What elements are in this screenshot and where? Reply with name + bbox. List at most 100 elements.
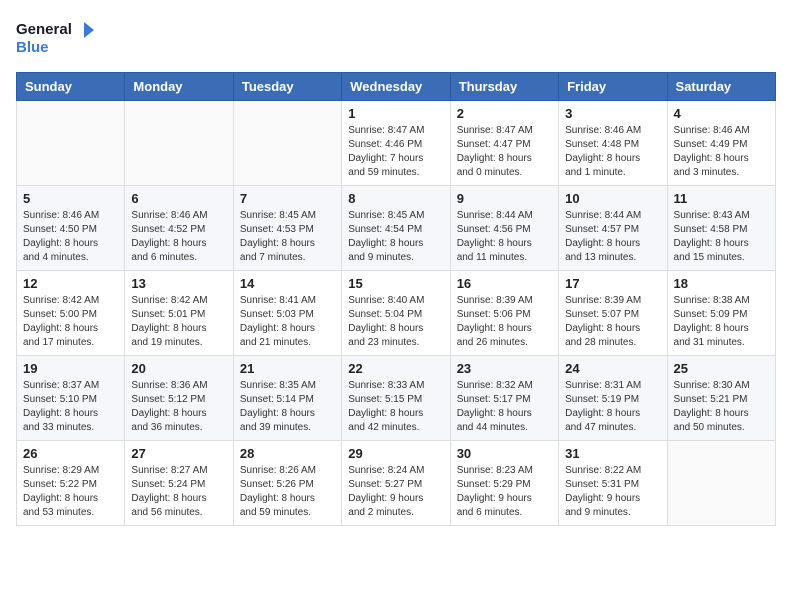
day-number: 21 bbox=[240, 361, 335, 376]
calendar-cell: 27 Sunrise: 8:27 AM Sunset: 5:24 PM Dayli… bbox=[125, 441, 233, 526]
day-info: Sunrise: 8:33 AM Sunset: 5:15 PM Dayligh… bbox=[348, 379, 443, 435]
day-number: 26 bbox=[23, 446, 118, 461]
day-number: 25 bbox=[674, 361, 769, 376]
calendar-cell: 11 Sunrise: 8:43 AM Sunset: 4:58 PM Dayli… bbox=[667, 186, 775, 271]
header-friday: Friday bbox=[559, 73, 667, 101]
day-number: 2 bbox=[457, 106, 552, 121]
header-wednesday: Wednesday bbox=[342, 73, 450, 101]
day-info: Sunrise: 8:47 AM Sunset: 4:46 PM Dayligh… bbox=[348, 124, 443, 180]
day-info: Sunrise: 8:23 AM Sunset: 5:29 PM Dayligh… bbox=[457, 464, 552, 520]
calendar-cell: 28Sunrise: 8:26 AM Sunset: 5:26 PM Dayli… bbox=[233, 441, 341, 526]
calendar-cell: 1 Sunrise: 8:47 AM Sunset: 4:46 PM Daylig… bbox=[342, 101, 450, 186]
day-info: Sunrise: 8:44 AM Sunset: 4:57 PM Dayligh… bbox=[565, 209, 660, 265]
week-row-1: 1 Sunrise: 8:47 AM Sunset: 4:46 PM Daylig… bbox=[17, 101, 776, 186]
calendar-body: 1 Sunrise: 8:47 AM Sunset: 4:46 PM Daylig… bbox=[17, 101, 776, 526]
day-info: Sunrise: 8:43 AM Sunset: 4:58 PM Dayligh… bbox=[674, 209, 769, 265]
day-number: 4 bbox=[674, 106, 769, 121]
calendar-cell bbox=[125, 101, 233, 186]
day-number: 23 bbox=[457, 361, 552, 376]
calendar-header: SundayMondayTuesdayWednesdayThursdayFrid… bbox=[17, 73, 776, 101]
day-info: Sunrise: 8:31 AM Sunset: 5:19 PM Dayligh… bbox=[565, 379, 660, 435]
calendar-cell: 15 Sunrise: 8:40 AM Sunset: 5:04 PM Dayli… bbox=[342, 271, 450, 356]
page-header: General Blue bbox=[16, 16, 776, 60]
week-row-3: 12 Sunrise: 8:42 AM Sunset: 5:00 PM Dayli… bbox=[17, 271, 776, 356]
calendar-cell: 20 Sunrise: 8:36 AM Sunset: 5:12 PM Dayli… bbox=[125, 356, 233, 441]
week-row-2: 5 Sunrise: 8:46 AM Sunset: 4:50 PM Daylig… bbox=[17, 186, 776, 271]
day-info: Sunrise: 8:24 AM Sunset: 5:27 PM Dayligh… bbox=[348, 464, 443, 520]
calendar-cell: 5 Sunrise: 8:46 AM Sunset: 4:50 PM Daylig… bbox=[17, 186, 125, 271]
day-info: Sunrise: 8:35 AM Sunset: 5:14 PM Dayligh… bbox=[240, 379, 335, 435]
header-sunday: Sunday bbox=[17, 73, 125, 101]
day-info: Sunrise: 8:39 AM Sunset: 5:06 PM Dayligh… bbox=[457, 294, 552, 350]
day-number: 13 bbox=[131, 276, 226, 291]
calendar-cell: 13Sunrise: 8:42 AM Sunset: 5:01 PM Dayli… bbox=[125, 271, 233, 356]
logo-svg: General Blue bbox=[16, 16, 96, 60]
day-info: Sunrise: 8:46 AM Sunset: 4:48 PM Dayligh… bbox=[565, 124, 660, 180]
calendar-cell: 31Sunrise: 8:22 AM Sunset: 5:31 PM Dayli… bbox=[559, 441, 667, 526]
calendar-cell bbox=[667, 441, 775, 526]
day-info: Sunrise: 8:29 AM Sunset: 5:22 PM Dayligh… bbox=[23, 464, 118, 520]
logo: General Blue bbox=[16, 16, 96, 60]
calendar-cell: 24 Sunrise: 8:31 AM Sunset: 5:19 PM Dayli… bbox=[559, 356, 667, 441]
day-info: Sunrise: 8:46 AM Sunset: 4:49 PM Dayligh… bbox=[674, 124, 769, 180]
calendar-cell: 14Sunrise: 8:41 AM Sunset: 5:03 PM Dayli… bbox=[233, 271, 341, 356]
day-info: Sunrise: 8:45 AM Sunset: 4:54 PM Dayligh… bbox=[348, 209, 443, 265]
day-info: Sunrise: 8:27 AM Sunset: 5:24 PM Dayligh… bbox=[131, 464, 226, 520]
calendar-cell bbox=[233, 101, 341, 186]
day-number: 31 bbox=[565, 446, 660, 461]
svg-text:General: General bbox=[16, 21, 72, 38]
calendar-cell: 3 Sunrise: 8:46 AM Sunset: 4:48 PM Daylig… bbox=[559, 101, 667, 186]
calendar-cell: 12 Sunrise: 8:42 AM Sunset: 5:00 PM Dayli… bbox=[17, 271, 125, 356]
day-number: 1 bbox=[348, 106, 443, 121]
day-info: Sunrise: 8:45 AM Sunset: 4:53 PM Dayligh… bbox=[240, 209, 335, 265]
day-number: 27 bbox=[131, 446, 226, 461]
day-number: 30 bbox=[457, 446, 552, 461]
day-number: 18 bbox=[674, 276, 769, 291]
calendar-cell: 21 Sunrise: 8:35 AM Sunset: 5:14 PM Dayli… bbox=[233, 356, 341, 441]
day-number: 22 bbox=[348, 361, 443, 376]
svg-text:Blue: Blue bbox=[16, 39, 49, 56]
week-row-5: 26 Sunrise: 8:29 AM Sunset: 5:22 PM Dayli… bbox=[17, 441, 776, 526]
calendar-cell: 7 Sunrise: 8:45 AM Sunset: 4:53 PM Daylig… bbox=[233, 186, 341, 271]
day-number: 15 bbox=[348, 276, 443, 291]
day-number: 11 bbox=[674, 191, 769, 206]
calendar-cell: 10 Sunrise: 8:44 AM Sunset: 4:57 PM Dayli… bbox=[559, 186, 667, 271]
day-info: Sunrise: 8:36 AM Sunset: 5:12 PM Dayligh… bbox=[131, 379, 226, 435]
calendar-cell: 2 Sunrise: 8:47 AM Sunset: 4:47 PM Daylig… bbox=[450, 101, 558, 186]
day-info: Sunrise: 8:40 AM Sunset: 5:04 PM Dayligh… bbox=[348, 294, 443, 350]
day-number: 9 bbox=[457, 191, 552, 206]
day-number: 3 bbox=[565, 106, 660, 121]
day-number: 14 bbox=[240, 276, 335, 291]
day-info: Sunrise: 8:39 AM Sunset: 5:07 PM Dayligh… bbox=[565, 294, 660, 350]
day-info: Sunrise: 8:47 AM Sunset: 4:47 PM Dayligh… bbox=[457, 124, 552, 180]
day-number: 17 bbox=[565, 276, 660, 291]
day-info: Sunrise: 8:38 AM Sunset: 5:09 PM Dayligh… bbox=[674, 294, 769, 350]
day-number: 7 bbox=[240, 191, 335, 206]
calendar-cell: 18 Sunrise: 8:38 AM Sunset: 5:09 PM Dayli… bbox=[667, 271, 775, 356]
day-info: Sunrise: 8:42 AM Sunset: 5:00 PM Dayligh… bbox=[23, 294, 118, 350]
calendar-cell bbox=[17, 101, 125, 186]
week-row-4: 19Sunrise: 8:37 AM Sunset: 5:10 PM Dayli… bbox=[17, 356, 776, 441]
day-number: 29 bbox=[348, 446, 443, 461]
calendar-cell: 23 Sunrise: 8:32 AM Sunset: 5:17 PM Dayli… bbox=[450, 356, 558, 441]
day-info: Sunrise: 8:44 AM Sunset: 4:56 PM Dayligh… bbox=[457, 209, 552, 265]
day-info: Sunrise: 8:32 AM Sunset: 5:17 PM Dayligh… bbox=[457, 379, 552, 435]
day-number: 12 bbox=[23, 276, 118, 291]
day-number: 6 bbox=[131, 191, 226, 206]
day-number: 5 bbox=[23, 191, 118, 206]
day-info: Sunrise: 8:46 AM Sunset: 4:50 PM Dayligh… bbox=[23, 209, 118, 265]
calendar-cell: 16 Sunrise: 8:39 AM Sunset: 5:06 PM Dayli… bbox=[450, 271, 558, 356]
day-number: 24 bbox=[565, 361, 660, 376]
header-tuesday: Tuesday bbox=[233, 73, 341, 101]
header-row: SundayMondayTuesdayWednesdayThursdayFrid… bbox=[17, 73, 776, 101]
day-info: Sunrise: 8:30 AM Sunset: 5:21 PM Dayligh… bbox=[674, 379, 769, 435]
calendar-table: SundayMondayTuesdayWednesdayThursdayFrid… bbox=[16, 72, 776, 526]
calendar-cell: 29 Sunrise: 8:24 AM Sunset: 5:27 PM Dayli… bbox=[342, 441, 450, 526]
day-number: 20 bbox=[131, 361, 226, 376]
calendar-cell: 4 Sunrise: 8:46 AM Sunset: 4:49 PM Daylig… bbox=[667, 101, 775, 186]
day-number: 16 bbox=[457, 276, 552, 291]
day-number: 10 bbox=[565, 191, 660, 206]
calendar-cell: 30 Sunrise: 8:23 AM Sunset: 5:29 PM Dayli… bbox=[450, 441, 558, 526]
calendar-cell: 17 Sunrise: 8:39 AM Sunset: 5:07 PM Dayli… bbox=[559, 271, 667, 356]
day-info: Sunrise: 8:37 AM Sunset: 5:10 PM Dayligh… bbox=[23, 379, 118, 435]
